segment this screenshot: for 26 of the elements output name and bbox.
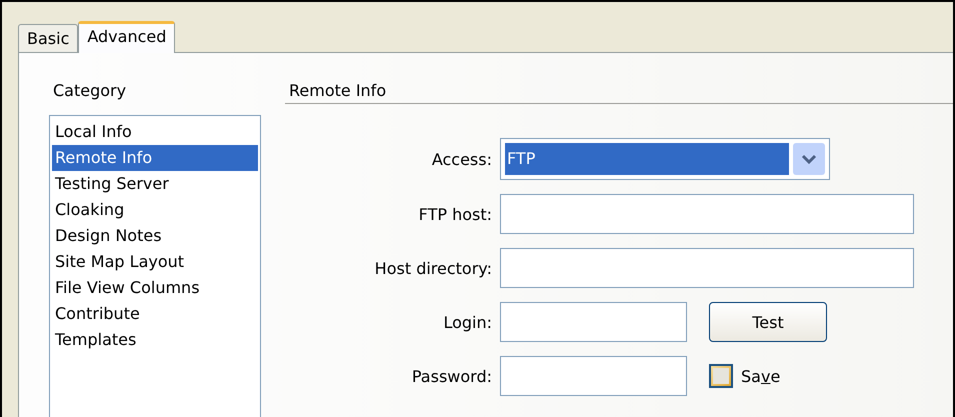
section-title: Remote Info [289, 81, 388, 102]
input-field[interactable] [500, 248, 914, 288]
input-field[interactable] [500, 194, 914, 234]
category-item[interactable]: Contribute [52, 301, 258, 327]
category-item[interactable]: Local Info [52, 119, 258, 145]
field-label: Login: [442, 312, 492, 332]
category-item[interactable]: Cloaking [52, 197, 258, 223]
save-checkbox[interactable] [709, 364, 733, 388]
field-label: Password: [410, 366, 492, 386]
category-heading: Category [53, 81, 128, 102]
category-item[interactable]: Design Notes [52, 223, 258, 249]
field-label: FTP host: [418, 204, 492, 224]
test-button[interactable]: Test [709, 302, 827, 342]
tab[interactable]: Basic [18, 24, 78, 52]
field-label: Access: [430, 150, 492, 168]
category-item[interactable]: Testing Server [52, 171, 258, 197]
tab[interactable]: Advanced [78, 21, 176, 53]
checkbox-label: Save [741, 366, 780, 386]
category-item[interactable]: Templates [52, 327, 258, 353]
category-item[interactable]: Site Map Layout [52, 249, 258, 275]
category-item[interactable]: File View Columns [52, 275, 258, 301]
category-item[interactable]: Remote Info [52, 145, 258, 171]
password-field[interactable] [500, 356, 687, 396]
access-dropdown[interactable]: FTP [500, 138, 830, 180]
input-field[interactable] [500, 302, 687, 342]
field-label: Host directory: [374, 258, 492, 278]
